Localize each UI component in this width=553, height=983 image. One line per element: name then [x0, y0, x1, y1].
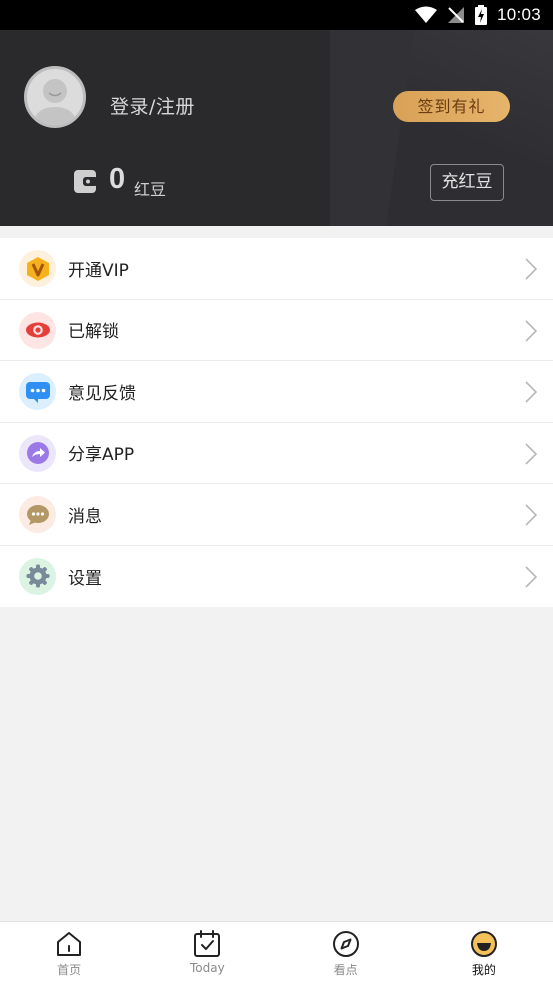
recharge-beans-button[interactable]: 充红豆 — [430, 164, 504, 201]
tab-label: Today — [190, 961, 225, 975]
menu-label: 分享APP — [68, 445, 135, 466]
menu-item-feedback[interactable]: 意见反馈 — [0, 361, 553, 423]
chevron-right-icon — [525, 381, 537, 403]
wifi-icon — [414, 6, 437, 24]
daily-signin-button[interactable]: 签到有礼 — [393, 91, 510, 122]
menu-list: 开通VIP 已解锁 意见反馈 分享APP 消息 设置 — [0, 238, 553, 607]
profile-header: 登录/注册 签到有礼 0 红豆 充红豆 — [0, 30, 553, 226]
avatar[interactable] — [24, 66, 86, 128]
menu-label: 意见反馈 — [68, 383, 136, 404]
status-bar: 10:03 — [0, 0, 553, 30]
profile-icon — [470, 931, 497, 957]
menu-label: 已解锁 — [68, 322, 119, 343]
tab-label: 看点 — [333, 963, 358, 977]
tab-explore[interactable]: 看点 — [277, 922, 415, 983]
no-signal-icon — [447, 6, 465, 24]
bottom-tab-bar: 首页 Today 看点 我的 — [0, 921, 553, 983]
chevron-right-icon — [525, 565, 537, 588]
battery-charging-icon — [474, 5, 487, 25]
menu-item-share-app[interactable]: 分享APP — [0, 423, 553, 484]
eye-icon — [19, 311, 56, 349]
compass-icon — [332, 931, 359, 957]
chevron-right-icon — [525, 442, 537, 465]
beans-balance: 0 — [109, 163, 126, 195]
tab-mine[interactable]: 我的 — [415, 922, 553, 983]
tab-label: 首页 — [57, 963, 82, 977]
menu-label: 设置 — [68, 568, 102, 589]
chevron-right-icon — [525, 258, 537, 280]
calendar-check-icon — [194, 930, 221, 957]
tab-today[interactable]: Today — [138, 922, 276, 983]
chevron-right-icon — [525, 504, 537, 526]
chevron-right-icon — [525, 319, 537, 342]
menu-item-settings[interactable]: 设置 — [0, 546, 553, 608]
menu-label: 消息 — [68, 506, 102, 527]
tab-home[interactable]: 首页 — [0, 922, 138, 983]
message-icon — [19, 496, 56, 533]
share-icon — [19, 434, 56, 472]
menu-label: 开通VIP — [68, 260, 129, 281]
menu-item-unlocked[interactable]: 已解锁 — [0, 300, 553, 361]
settings-icon — [19, 557, 56, 595]
beans-unit-label: 红豆 — [134, 180, 167, 199]
tab-label: 我的 — [471, 963, 496, 977]
login-register-link[interactable]: 登录/注册 — [110, 92, 195, 119]
menu-item-messages[interactable]: 消息 — [0, 484, 553, 546]
vip-icon — [19, 250, 56, 287]
clock: 10:03 — [496, 5, 541, 24]
menu-item-vip[interactable]: 开通VIP — [0, 238, 553, 300]
feedback-icon — [19, 373, 56, 410]
home-icon — [57, 932, 82, 956]
wallet-icon — [74, 168, 98, 194]
